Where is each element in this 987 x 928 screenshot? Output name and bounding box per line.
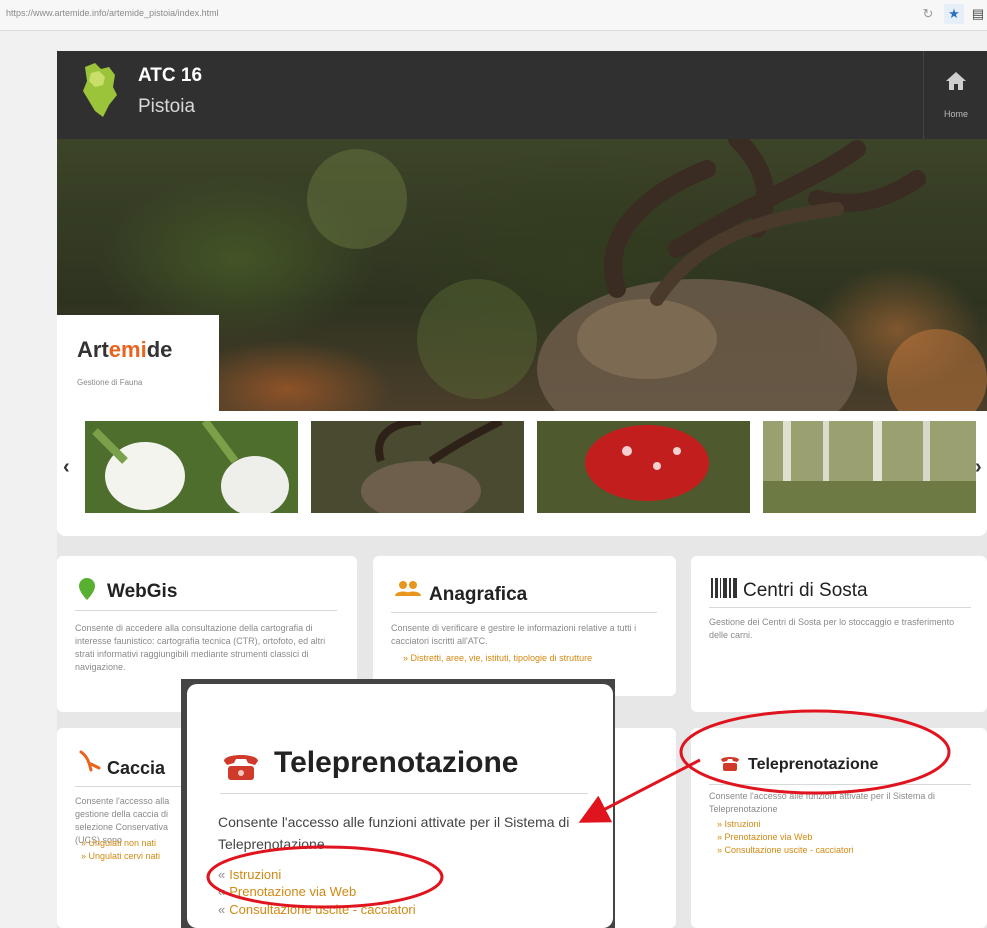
top-nav: ATC 16 Pistoia Home	[57, 51, 987, 139]
card-anagrafica[interactable]: Anagrafica Consente di verificare e gest…	[373, 556, 676, 696]
card-text-webgis: Consente di accedere alla consultazione …	[75, 623, 326, 672]
card-link-anagrafica[interactable]: » Distretti, aree, vie, istituti, tipolo…	[403, 653, 592, 663]
card-title-anagrafica: Anagrafica	[429, 584, 528, 605]
popup-divider	[220, 793, 588, 794]
card-link-caccia-2[interactable]: » Ungulati cervi nati	[81, 851, 160, 861]
card-text-anagrafica: Consente di verificare e gestire le info…	[391, 623, 637, 646]
card-link-caccia-1[interactable]: » Ungulati non nati	[81, 838, 156, 848]
gallery-thumb-forest[interactable]	[763, 421, 976, 513]
card-text-centri-sosta: Gestione dei Centri di Sosta per lo stoc…	[709, 617, 955, 640]
org-city: Pistoia	[138, 96, 196, 117]
popup-link-prenotazione[interactable]: «Prenotazione via Web	[218, 884, 356, 899]
deer-horn-icon	[79, 750, 101, 772]
card-link-prenotazione[interactable]: » Prenotazione via Web	[717, 832, 812, 842]
card-title-webgis: WebGis	[107, 581, 178, 602]
gallery-next-arrow[interactable]: ›	[975, 456, 982, 479]
site-title: Artemide	[77, 337, 173, 362]
hero-title-card: Artemide Gestione di Fauna	[57, 315, 219, 411]
browser-toolbar: https://www.artemide.info/artemide_pisto…	[0, 0, 987, 31]
home-label: Home	[943, 109, 968, 119]
card-divider	[75, 610, 337, 611]
zoom-inset-teleprenotazione: Teleprenotazione Consente l'accesso alle…	[187, 684, 613, 928]
flowers-photo	[85, 421, 298, 513]
mushroom-photo	[537, 421, 750, 513]
card-centri-sosta[interactable]: Centri di Sosta Gestione dei Centri di S…	[691, 556, 987, 712]
home-button[interactable]: Home	[923, 51, 987, 139]
card-text-teleprenotazione: Consente l'accesso alle funzioni attivat…	[709, 791, 935, 814]
card-divider	[709, 607, 971, 608]
bookmark-star-icon[interactable]: ★	[944, 4, 964, 24]
site-subtitle: Gestione di Fauna	[77, 378, 143, 387]
card-divider	[391, 612, 657, 613]
reload-icon[interactable]: ↻	[918, 4, 938, 24]
popup-title: Teleprenotazione	[274, 746, 519, 779]
telephone-icon	[721, 757, 739, 771]
card-divider	[709, 784, 971, 785]
people-icon	[395, 581, 421, 596]
card-link-consultazione[interactable]: » Consultazione uscite - cacciatori	[717, 845, 854, 855]
hero-banner: Artemide Gestione di Fauna	[57, 139, 987, 411]
card-teleprenotazione[interactable]: Teleprenotazione Consente l'accesso alle…	[691, 728, 987, 928]
org-name: ATC 16	[138, 65, 203, 86]
gallery-thumb-mushroom[interactable]	[537, 421, 750, 513]
address-bar[interactable]: https://www.artemide.info/artemide_pisto…	[6, 8, 219, 18]
photo-gallery: ‹ ›	[57, 411, 987, 536]
gallery-thumb-deer[interactable]	[311, 421, 524, 513]
card-title-centri-sosta: Centri di Sosta	[743, 580, 868, 601]
barcode-icon	[711, 578, 737, 598]
popup-description: Consente l'accesso alle funzioni attivat…	[218, 814, 570, 852]
forest-photo	[763, 421, 976, 513]
home-icon	[946, 72, 966, 90]
card-title-caccia: Caccia	[107, 758, 166, 778]
telephone-icon	[224, 755, 258, 780]
map-pin-icon	[79, 578, 95, 600]
browser-menu-icon[interactable]: ▤	[968, 4, 987, 24]
tuscany-logo-icon	[83, 63, 117, 117]
popup-link-istruzioni[interactable]: «Istruzioni	[218, 867, 281, 882]
deer-thumb-photo	[311, 421, 524, 513]
popup-link-consultazione[interactable]: «Consultazione uscite - cacciatori	[218, 902, 416, 917]
card-title-teleprenotazione: Teleprenotazione	[748, 756, 879, 773]
gallery-thumb-flowers[interactable]	[85, 421, 298, 513]
gallery-prev-arrow[interactable]: ‹	[63, 456, 70, 479]
card-link-istruzioni[interactable]: » Istruzioni	[717, 819, 761, 829]
